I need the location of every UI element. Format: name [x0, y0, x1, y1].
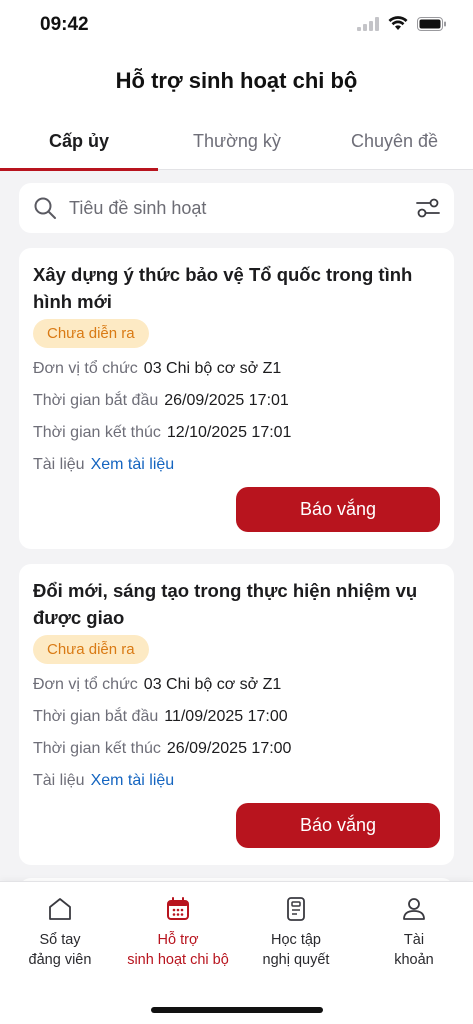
document-row: Tài liệu Xem tài liệu: [33, 456, 174, 474]
filter-icon[interactable]: [416, 197, 440, 219]
meeting-title: Đổi mới, sáng tạo trong thực hiện nhiệm …: [33, 580, 418, 628]
tab-chuyen-de[interactable]: Chuyên đề: [316, 112, 473, 170]
nav-label-line2: sinh hoạt chi bộ: [127, 952, 229, 968]
user-icon: [403, 898, 425, 920]
nav-label-line1: Sổ tay: [39, 932, 81, 948]
start-time-row: Thời gian bắt đầu 26/09/2025 17:01: [33, 392, 289, 410]
end-time-value: 26/09/2025 17:00: [166, 740, 292, 757]
home-indicator: [151, 1007, 323, 1013]
nav-label-line2: nghị quyết: [262, 952, 330, 968]
document-label: Tài liệu: [33, 456, 85, 473]
end-time-label: Thời gian kết thúc: [33, 424, 161, 441]
view-document-link[interactable]: Xem tài liệu: [91, 772, 175, 789]
search-input[interactable]: [69, 183, 399, 233]
battery-icon: [417, 16, 446, 31]
nav-item-ho-tro[interactable]: Hỗ trợ sinh hoạt chi bộ: [119, 896, 237, 970]
start-time-value: 11/09/2025 17:00: [164, 708, 288, 725]
nav-item-so-tay[interactable]: Sổ tay đảng viên: [1, 896, 119, 970]
organizer-label: Đơn vị tổ chức: [33, 360, 138, 377]
report-absence-button[interactable]: Báo vắng: [236, 803, 440, 848]
status-icons: [357, 16, 447, 31]
nav-label-line2: đảng viên: [28, 952, 92, 968]
nav-label-line1: Hỗ trợ: [157, 932, 199, 948]
nav-item-tai-khoan[interactable]: Tài khoản: [355, 896, 473, 970]
nav-label-line2: khoản: [394, 952, 434, 968]
nav-label-line1: Tài: [403, 932, 425, 948]
view-document-link[interactable]: Xem tài liệu: [91, 456, 175, 473]
home-icon: [49, 898, 71, 920]
nav-item-hoc-tap[interactable]: Học tập nghị quyết: [237, 896, 355, 970]
wifi-icon: [388, 16, 408, 30]
start-time-label: Thời gian bắt đầu: [33, 392, 159, 409]
document-label: Tài liệu: [33, 772, 85, 789]
status-time: 09:42: [40, 14, 89, 35]
end-time-row: Thời gian kết thúc 12/10/2025 17:01: [33, 424, 291, 442]
organizer-value: 03 Chi bộ cơ sở Z1: [143, 360, 282, 377]
tab-thuong-ky[interactable]: Thường kỳ: [158, 112, 316, 170]
search-bar[interactable]: [19, 183, 454, 233]
calendar-icon: [167, 897, 189, 920]
status-badge: Chưa diễn ra: [33, 635, 149, 664]
end-time-row: Thời gian kết thúc 26/09/2025 17:00: [33, 740, 291, 758]
nav-label-line1: Học tập: [271, 932, 321, 948]
report-absence-button[interactable]: Báo vắng: [236, 487, 440, 532]
meeting-card[interactable]: Đổi mới, sáng tạo trong thực hiện nhiệm …: [19, 564, 454, 865]
start-time-label: Thời gian bắt đầu: [33, 708, 159, 725]
end-time-value: 12/10/2025 17:01: [166, 424, 292, 441]
signal-icon: [357, 16, 379, 31]
end-time-label: Thời gian kết thúc: [33, 740, 161, 757]
status-badge: Chưa diễn ra: [33, 319, 149, 348]
organizer-label: Đơn vị tổ chức: [33, 676, 138, 693]
status-bar: 09:42: [0, 0, 473, 54]
organizer-value: 03 Chi bộ cơ sở Z1: [143, 676, 282, 693]
tab-cap-uy[interactable]: Cấp ủy: [0, 112, 158, 171]
start-time-row: Thời gian bắt đầu 11/09/2025 17:00: [33, 708, 288, 726]
bottom-nav: Sổ tay đảng viên Hỗ trợ sinh hoạt chi bộ…: [0, 881, 473, 1024]
tab-bar: Cấp ủy Thường kỳ Chuyên đề: [0, 112, 473, 171]
organizer-row: Đơn vị tổ chức 03 Chi bộ cơ sở Z1: [33, 676, 281, 694]
document-icon: [287, 897, 305, 921]
page-title: Hỗ trợ sinh hoạt chi bộ: [115, 68, 358, 93]
document-row: Tài liệu Xem tài liệu: [33, 772, 174, 790]
meeting-card[interactable]: Xây dựng ý thức bảo vệ Tổ quốc trong tìn…: [19, 248, 454, 549]
top-area: 09:42 Hỗ trợ sinh hoạt chi bộ Cấp ủy Thư: [0, 0, 473, 171]
start-time-value: 26/09/2025 17:01: [164, 392, 289, 409]
organizer-row: Đơn vị tổ chức 03 Chi bộ cơ sở Z1: [33, 360, 281, 378]
meeting-title: Xây dựng ý thức bảo vệ Tổ quốc trong tìn…: [33, 264, 413, 312]
search-icon: [34, 197, 56, 219]
